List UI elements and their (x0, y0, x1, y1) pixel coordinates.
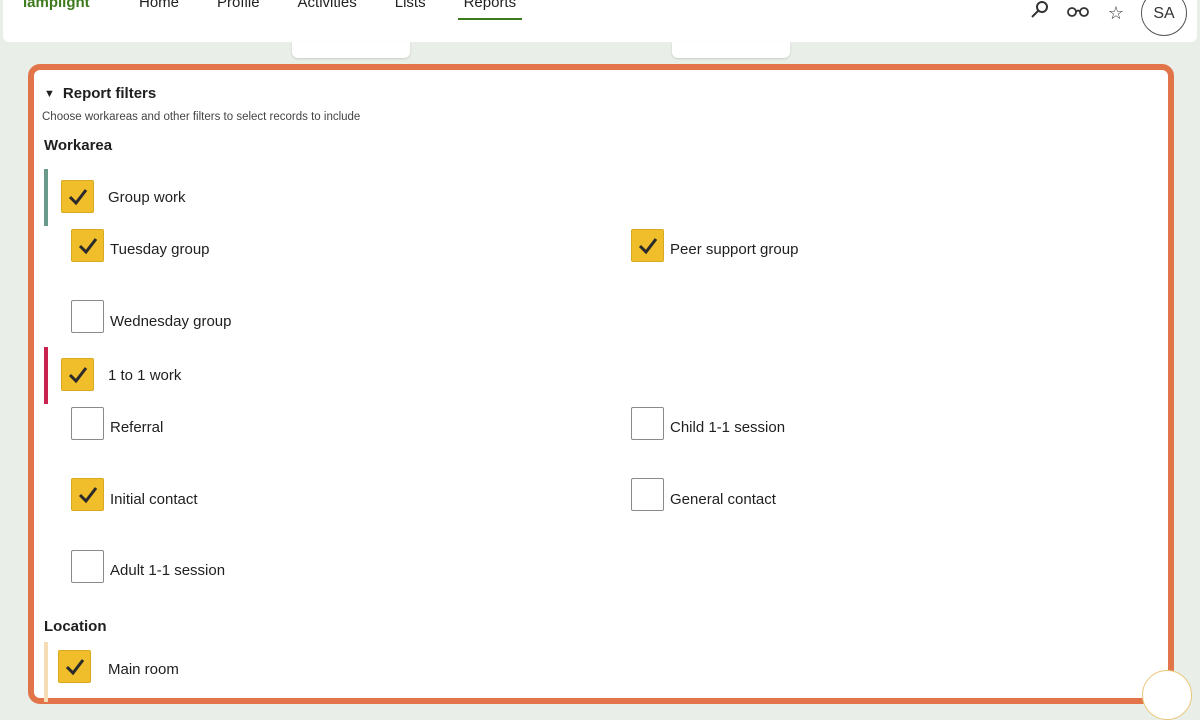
general-contact-checkbox[interactable] (631, 478, 664, 511)
general-contact-label: General contact (670, 491, 776, 508)
top-header: lamplight Home Profile Activities Lists … (3, 0, 1197, 42)
check-icon (68, 367, 88, 384)
check-icon (78, 238, 98, 255)
check-icon (65, 659, 85, 676)
adult-session-checkbox[interactable] (71, 550, 104, 583)
main-room-color-bar (44, 642, 48, 702)
one-to-one-work-label: 1 to 1 work (108, 367, 182, 384)
main-room-checkbox[interactable] (58, 650, 91, 683)
tuesday-group-label: Tuesday group (110, 241, 210, 258)
initial-contact-checkbox[interactable] (71, 478, 104, 511)
nav-home[interactable]: Home (133, 0, 185, 20)
nav-lists[interactable]: Lists (389, 0, 432, 20)
help-button[interactable] (1142, 670, 1192, 720)
check-icon (638, 238, 658, 255)
header-icons: ☆ SA (1027, 0, 1187, 36)
adult-session-label: Adult 1-1 session (110, 562, 226, 579)
check-icon (68, 189, 88, 206)
tuesday-group-checkbox[interactable] (71, 229, 104, 262)
main-nav: Home Profile Activities Lists Reports (133, 0, 548, 20)
referral-checkbox[interactable] (71, 407, 104, 440)
group-work-label: Group work (108, 189, 186, 206)
sub-tab-left[interactable] (292, 42, 410, 58)
report-filters-panel: ▼ Report filters Choose workareas and ot… (28, 64, 1174, 704)
nav-reports[interactable]: Reports (457, 0, 523, 20)
main-room-label: Main room (108, 661, 179, 678)
wednesday-group-label: Wednesday group (110, 313, 232, 330)
peer-support-group-label: Peer support group (670, 241, 799, 258)
workarea-title: Workarea (44, 137, 113, 154)
check-icon (78, 487, 98, 504)
referral-label: Referral (110, 419, 164, 436)
initial-contact-label: Initial contact (110, 491, 198, 508)
group-work-color-bar (44, 169, 48, 226)
sub-tab-right[interactable] (672, 42, 790, 58)
nav-activities[interactable]: Activities (292, 0, 363, 20)
one-to-one-work-checkbox[interactable] (61, 358, 94, 391)
search-icon[interactable] (1027, 0, 1053, 26)
wednesday-group-checkbox[interactable] (71, 300, 104, 333)
app-logo[interactable]: lamplight (23, 0, 90, 11)
glasses-icon[interactable] (1065, 0, 1091, 26)
child-session-checkbox[interactable] (631, 407, 664, 440)
peer-support-group-checkbox[interactable] (631, 229, 664, 262)
one-to-one-color-bar (44, 347, 48, 404)
avatar[interactable]: SA (1141, 0, 1187, 36)
nav-profile[interactable]: Profile (211, 0, 266, 20)
group-work-checkbox[interactable] (61, 180, 94, 213)
star-icon[interactable]: ☆ (1103, 0, 1129, 26)
report-filters-label: Report filters (62, 85, 157, 102)
report-filters-subtitle: Choose workareas and other filters to se… (42, 111, 361, 123)
location-title: Location (44, 618, 107, 635)
report-filters-toggle[interactable]: ▼ Report filters (44, 85, 156, 102)
child-session-label: Child 1-1 session (670, 419, 786, 436)
triangle-down-icon: ▼ (44, 87, 55, 100)
